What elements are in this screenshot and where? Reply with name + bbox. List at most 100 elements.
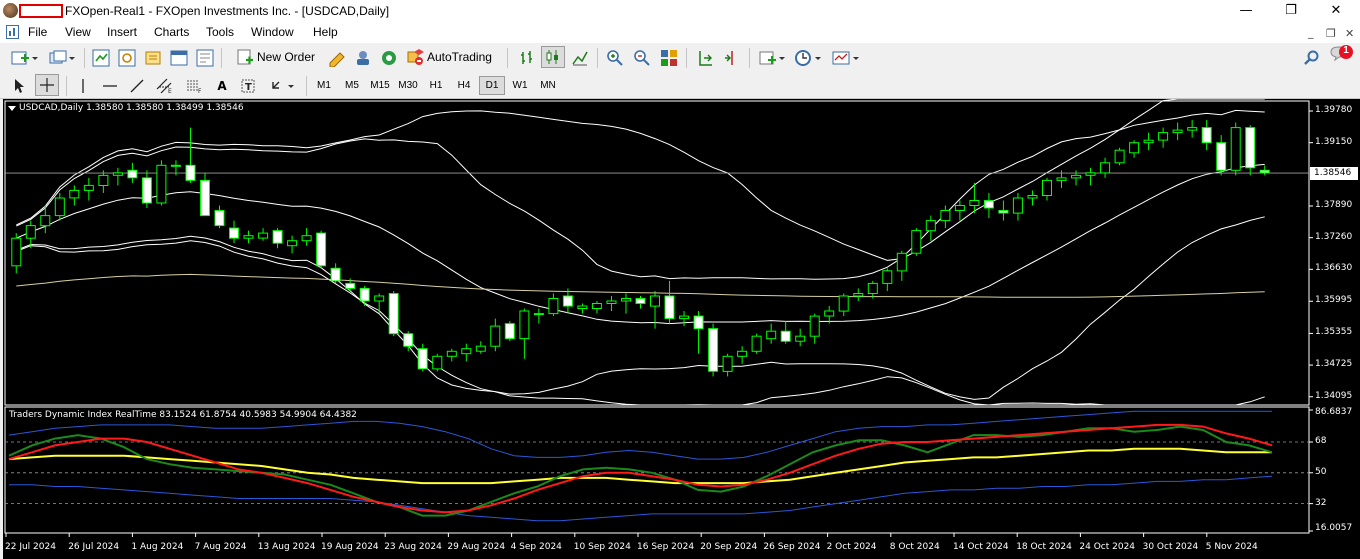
candle-body <box>853 293 864 297</box>
chart-shift-button[interactable] <box>694 47 716 69</box>
indicators-button[interactable] <box>756 47 788 69</box>
chart-document-icon <box>6 25 19 39</box>
candle-body <box>998 210 1009 214</box>
profiles-button[interactable] <box>46 47 78 69</box>
timeframe-m15[interactable]: M15 <box>367 76 393 95</box>
menu-insert[interactable]: Insert <box>107 25 137 39</box>
fibonacci-button[interactable]: F <box>183 75 205 97</box>
channel-icon: E <box>156 78 172 94</box>
new-chart-button[interactable] <box>8 47 40 69</box>
templates-button[interactable] <box>830 47 862 69</box>
candle-body <box>214 210 225 227</box>
signals-button[interactable] <box>352 47 374 69</box>
collapse-triangle-icon[interactable] <box>8 105 16 113</box>
candlestick-chart-button[interactable] <box>541 46 565 68</box>
date-tick-label: 19 Aug 2024 <box>321 542 379 552</box>
date-tick-label: 29 Aug 2024 <box>447 542 506 552</box>
mdi-restore-button[interactable]: ❐ <box>1326 27 1336 40</box>
search-icon <box>1304 50 1319 65</box>
toolbar-separator <box>221 48 222 68</box>
close-button[interactable]: ✕ <box>1313 0 1359 22</box>
price-tick-label: 1.37890 <box>1315 200 1353 210</box>
auto-scroll-button[interactable] <box>721 47 743 69</box>
arrows-button[interactable] <box>268 75 300 97</box>
community-button[interactable] <box>378 47 400 69</box>
price-tick-label: 1.36630 <box>1315 263 1353 274</box>
crosshair-icon <box>40 78 54 92</box>
equidistant-channel-button[interactable]: E <box>154 75 176 97</box>
candle-body <box>621 298 631 302</box>
chart-window[interactable]: USDCAD,Daily 1.38580 1.38580 1.38499 1.3… <box>3 99 1360 559</box>
profiles-icon <box>49 50 75 64</box>
timeframe-d1[interactable]: D1 <box>479 76 505 95</box>
svg-text:T: T <box>245 82 252 93</box>
candle-body <box>316 232 327 267</box>
candle-body <box>1012 197 1023 214</box>
menu-help[interactable]: Help <box>313 25 338 39</box>
redacted-account-box <box>19 4 63 18</box>
mdi-close-button[interactable]: ✕ <box>1345 27 1354 40</box>
svg-text:F: F <box>198 88 202 94</box>
vertical-line-button[interactable] <box>73 75 93 97</box>
timeframe-m1[interactable]: M1 <box>311 76 337 95</box>
title-bar: FXOpen-Real1 - FXOpen Investments Inc. -… <box>0 0 1360 22</box>
chart-canvas[interactable] <box>3 99 1360 559</box>
timeframe-h1[interactable]: H1 <box>423 76 449 95</box>
trendline-button[interactable] <box>127 75 147 97</box>
toolbar-separator <box>749 48 750 68</box>
candle-body <box>83 184 94 191</box>
text-label-button[interactable]: T <box>238 75 260 97</box>
candle-body <box>432 355 443 370</box>
text-tool-button[interactable]: A <box>212 75 232 97</box>
toolbar-separator <box>686 48 687 68</box>
terminal-button[interactable] <box>168 47 190 69</box>
menu-charts[interactable]: Charts <box>154 25 189 39</box>
menu-view[interactable]: View <box>65 25 91 39</box>
navigator-button[interactable] <box>142 47 164 69</box>
timeframe-w1[interactable]: W1 <box>507 76 533 95</box>
market-watch-button[interactable] <box>90 47 112 69</box>
data-window-icon <box>118 49 136 67</box>
price-tick-label: 1.39150 <box>1315 136 1353 147</box>
date-tick-label: 1 Aug 2024 <box>131 542 184 552</box>
candle-body <box>1158 132 1169 141</box>
data-window-button[interactable] <box>116 47 138 69</box>
timeframe-m5[interactable]: M5 <box>339 76 365 95</box>
menu-file[interactable]: File <box>28 25 47 39</box>
timeframe-m30[interactable]: M30 <box>395 76 421 95</box>
menu-tools[interactable]: Tools <box>206 25 234 39</box>
zoom-in-button[interactable] <box>604 47 626 69</box>
horizontal-line-button[interactable] <box>100 75 120 97</box>
notifications-button[interactable]: 1 <box>1328 45 1356 67</box>
cursor-button[interactable] <box>10 75 30 97</box>
zoom-out-button[interactable] <box>631 47 653 69</box>
minimize-button[interactable]: — <box>1223 0 1269 22</box>
candle-body <box>98 174 109 187</box>
date-tick-label: 16 Sep 2024 <box>637 542 695 552</box>
timeframe-mn[interactable]: MN <box>535 76 561 95</box>
maximize-button[interactable]: ❐ <box>1268 0 1314 22</box>
strategy-tester-button[interactable] <box>194 47 216 69</box>
svg-text:E: E <box>168 88 172 94</box>
candle-body <box>127 169 138 179</box>
candle-body <box>1201 127 1212 144</box>
autotrading-button[interactable]: AutoTrading <box>404 46 500 68</box>
autotrading-icon <box>407 49 424 65</box>
periods-button[interactable] <box>792 47 824 69</box>
strategy-tester-icon <box>196 49 214 67</box>
metaeditor-button[interactable] <box>326 47 348 69</box>
candle-body <box>867 282 878 294</box>
candle-body <box>751 335 762 352</box>
new-order-button[interactable]: New Order <box>236 46 320 68</box>
line-chart-button[interactable] <box>569 47 591 69</box>
bar-chart-button[interactable] <box>516 47 538 69</box>
text-a-icon: A <box>217 79 227 93</box>
menu-window[interactable]: Window <box>251 25 294 39</box>
timeframe-h4[interactable]: H4 <box>451 76 477 95</box>
candle-body <box>345 282 356 289</box>
mdi-minimize-button[interactable]: _ <box>1308 26 1314 39</box>
tile-windows-button[interactable] <box>658 47 680 69</box>
search-button[interactable] <box>1302 47 1322 69</box>
crosshair-button[interactable] <box>35 74 59 96</box>
vertical-line-icon <box>82 79 84 93</box>
